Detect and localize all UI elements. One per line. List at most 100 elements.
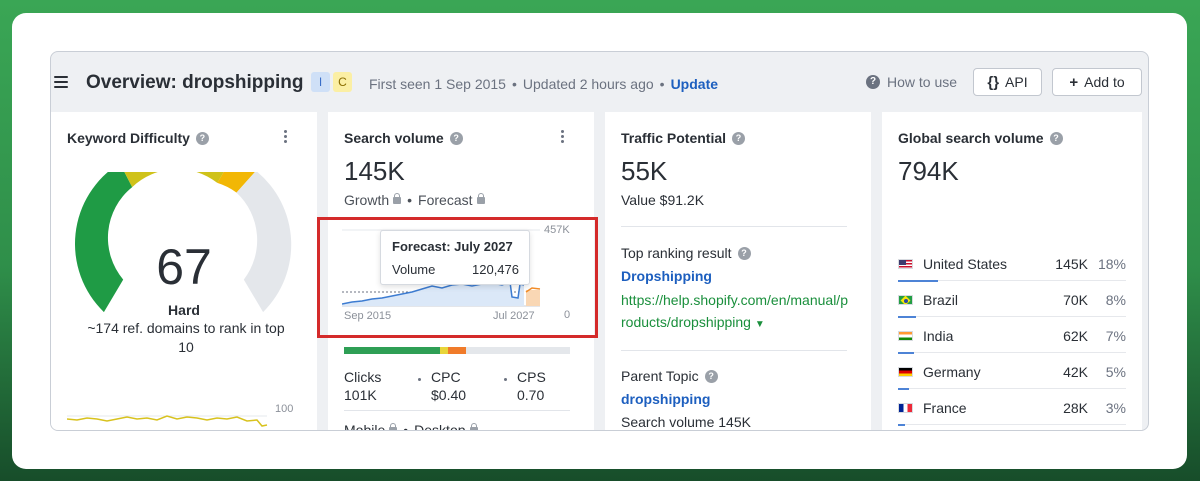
gsv-title-text: Global search volume (898, 130, 1044, 146)
keyword-meta: First seen 1 Sep 2015 • Updated 2 hours ag… (369, 76, 719, 92)
sv-title-text: Search volume (344, 130, 444, 146)
parent-topic-search-volume: Search volume 145K (621, 414, 751, 430)
forecast-label[interactable]: Forecast (418, 192, 472, 208)
kd-title-text: Keyword Difficulty (67, 130, 190, 146)
country-volume: 62K (1063, 328, 1088, 344)
gsv-help-icon[interactable]: ? (1049, 131, 1063, 145)
country-row-divider (898, 316, 1126, 317)
sv-chart-start-label: Sep 2015 (344, 310, 392, 322)
sv-chart-zero-label: 0 (564, 309, 571, 321)
country-name: Germany (923, 364, 981, 380)
clicks-bar-paid (448, 347, 466, 354)
parent-topic-link[interactable]: dropshipping (621, 391, 710, 407)
country-percent: 8% (1105, 292, 1126, 308)
update-link[interactable]: Update (671, 76, 718, 92)
tp-value-usd: Value $91.2K (621, 192, 705, 208)
forecast-lock-icon (476, 193, 485, 204)
clicks-metric: Clicks 101K (344, 368, 381, 404)
api-button-label: API (1005, 74, 1028, 90)
growth-lock-icon (393, 193, 402, 204)
how-to-use-label: How to use (887, 74, 958, 90)
first-seen-text: First seen 1 Sep 2015 (369, 76, 506, 92)
kd-gauge-segment-empty (236, 172, 292, 313)
gsv-title: Global search volume ? (898, 130, 1063, 146)
kd-history-max-label: 100 (275, 403, 294, 415)
country-row-germany[interactable]: Germany 42K 5% (898, 358, 1126, 394)
sv-title: Search volume ? (344, 130, 463, 146)
tp-title-text: Traffic Potential (621, 130, 727, 146)
tp-divider (621, 226, 847, 227)
kd-score: 67 (156, 239, 212, 295)
country-volume: 28K (1063, 400, 1088, 416)
clicks-value: 101K (344, 387, 377, 403)
global-search-volume-card: Global search volume ? 794K United State… (882, 112, 1142, 430)
top-ranking-url-link[interactable]: https://help.shopify.com/en/manual/produ… (621, 289, 851, 336)
desktop-lock-icon (469, 423, 478, 430)
top-ranking-help-icon[interactable]: ? (737, 246, 751, 260)
france-flag-icon (898, 403, 913, 413)
sv-chart-max-label: 457K (544, 224, 570, 236)
country-row-brazil[interactable]: Brazil 70K 8% (898, 286, 1126, 322)
cps-value: 0.70 (517, 387, 545, 403)
country-name: India (923, 328, 954, 344)
sv-chart-end-label: Jul 2027 (493, 310, 535, 322)
country-row-united-states[interactable]: United States 145K 18% (898, 250, 1126, 286)
country-share-bar (898, 388, 909, 390)
country-row-india[interactable]: India 62K 7% (898, 322, 1126, 358)
how-to-use-link[interactable]: ? How to use (866, 74, 957, 90)
mobile-label[interactable]: Mobile (344, 422, 385, 430)
kd-more-icon[interactable] (280, 130, 290, 146)
kd-description: ~174 ref. domains to rank in top 10 (87, 320, 285, 355)
search-volume-card: Search volume ? 145K Growth • Forecast 457… (328, 112, 594, 430)
country-share-bar (898, 280, 938, 282)
kd-help-icon[interactable]: ? (195, 131, 209, 145)
top-ranking-label-text: Top ranking result (621, 245, 732, 261)
desktop-label[interactable]: Desktop (414, 422, 465, 430)
add-to-button[interactable]: + Add to (1052, 68, 1142, 96)
intent-badge-commercial[interactable]: C (333, 72, 352, 92)
api-button[interactable]: {} API (973, 68, 1042, 96)
tooltip-title: Forecast: July 2027 (392, 239, 513, 254)
menu-icon[interactable] (54, 76, 68, 88)
intent-badge-informational[interactable]: I (311, 72, 330, 92)
help-icon: ? (866, 75, 880, 89)
overview-header: Overview: dropshipping I C First seen 1 … (51, 52, 1148, 112)
add-to-button-label: Add to (1084, 74, 1125, 90)
page-title: Overview: dropshipping (86, 72, 304, 93)
country-name: France (923, 400, 967, 416)
plus-icon: + (1069, 73, 1079, 91)
sv-value: 145K (344, 156, 405, 186)
kd-history-line (67, 415, 268, 427)
country-name: Brazil (923, 292, 959, 308)
cpc-metric: CPC $0.40 (431, 368, 466, 404)
country-percent: 3% (1105, 400, 1126, 416)
country-share-bar (898, 352, 914, 354)
country-volume: 70K (1063, 292, 1088, 308)
tp-help-icon[interactable]: ? (732, 131, 746, 145)
chevron-down-icon[interactable]: ▼ (755, 319, 765, 330)
country-percent: 7% (1105, 328, 1126, 344)
country-share-bar (898, 424, 905, 426)
traffic-potential-card: Traffic Potential ? 55K Value $91.2K Top… (605, 112, 871, 430)
kd-gauge-segment-yellow (124, 172, 224, 188)
tooltip-value: 120,476 (472, 262, 519, 277)
parent-topic-label-text: Parent Topic (621, 368, 699, 384)
brazil-flag-icon (898, 295, 913, 305)
parent-topic-help-icon[interactable]: ? (704, 369, 718, 383)
metric-separator-dot (504, 378, 507, 381)
growth-label[interactable]: Growth (344, 192, 389, 208)
top-ranking-title-link[interactable]: Dropshipping (621, 268, 712, 284)
kd-title: Keyword Difficulty ? (67, 130, 209, 146)
sv-help-icon[interactable]: ? (449, 131, 463, 145)
country-row-france[interactable]: France 28K 3% (898, 394, 1126, 430)
metric-separator-dot (418, 378, 421, 381)
keyword-difficulty-card: Keyword Difficulty ? 67 Hard ~174 ref. d… (51, 112, 317, 430)
kd-history-chart (67, 415, 268, 427)
cps-label: CPS (517, 369, 546, 385)
clicks-bar-no-click (466, 347, 570, 354)
clicks-label: Clicks (344, 369, 382, 385)
clicks-bar-ads (440, 347, 448, 354)
top-ranking-url-text: https://help.shopify.com/en/manual/produ… (621, 292, 848, 330)
sv-more-icon[interactable] (557, 130, 567, 146)
code-braces-icon: {} (987, 73, 1000, 91)
